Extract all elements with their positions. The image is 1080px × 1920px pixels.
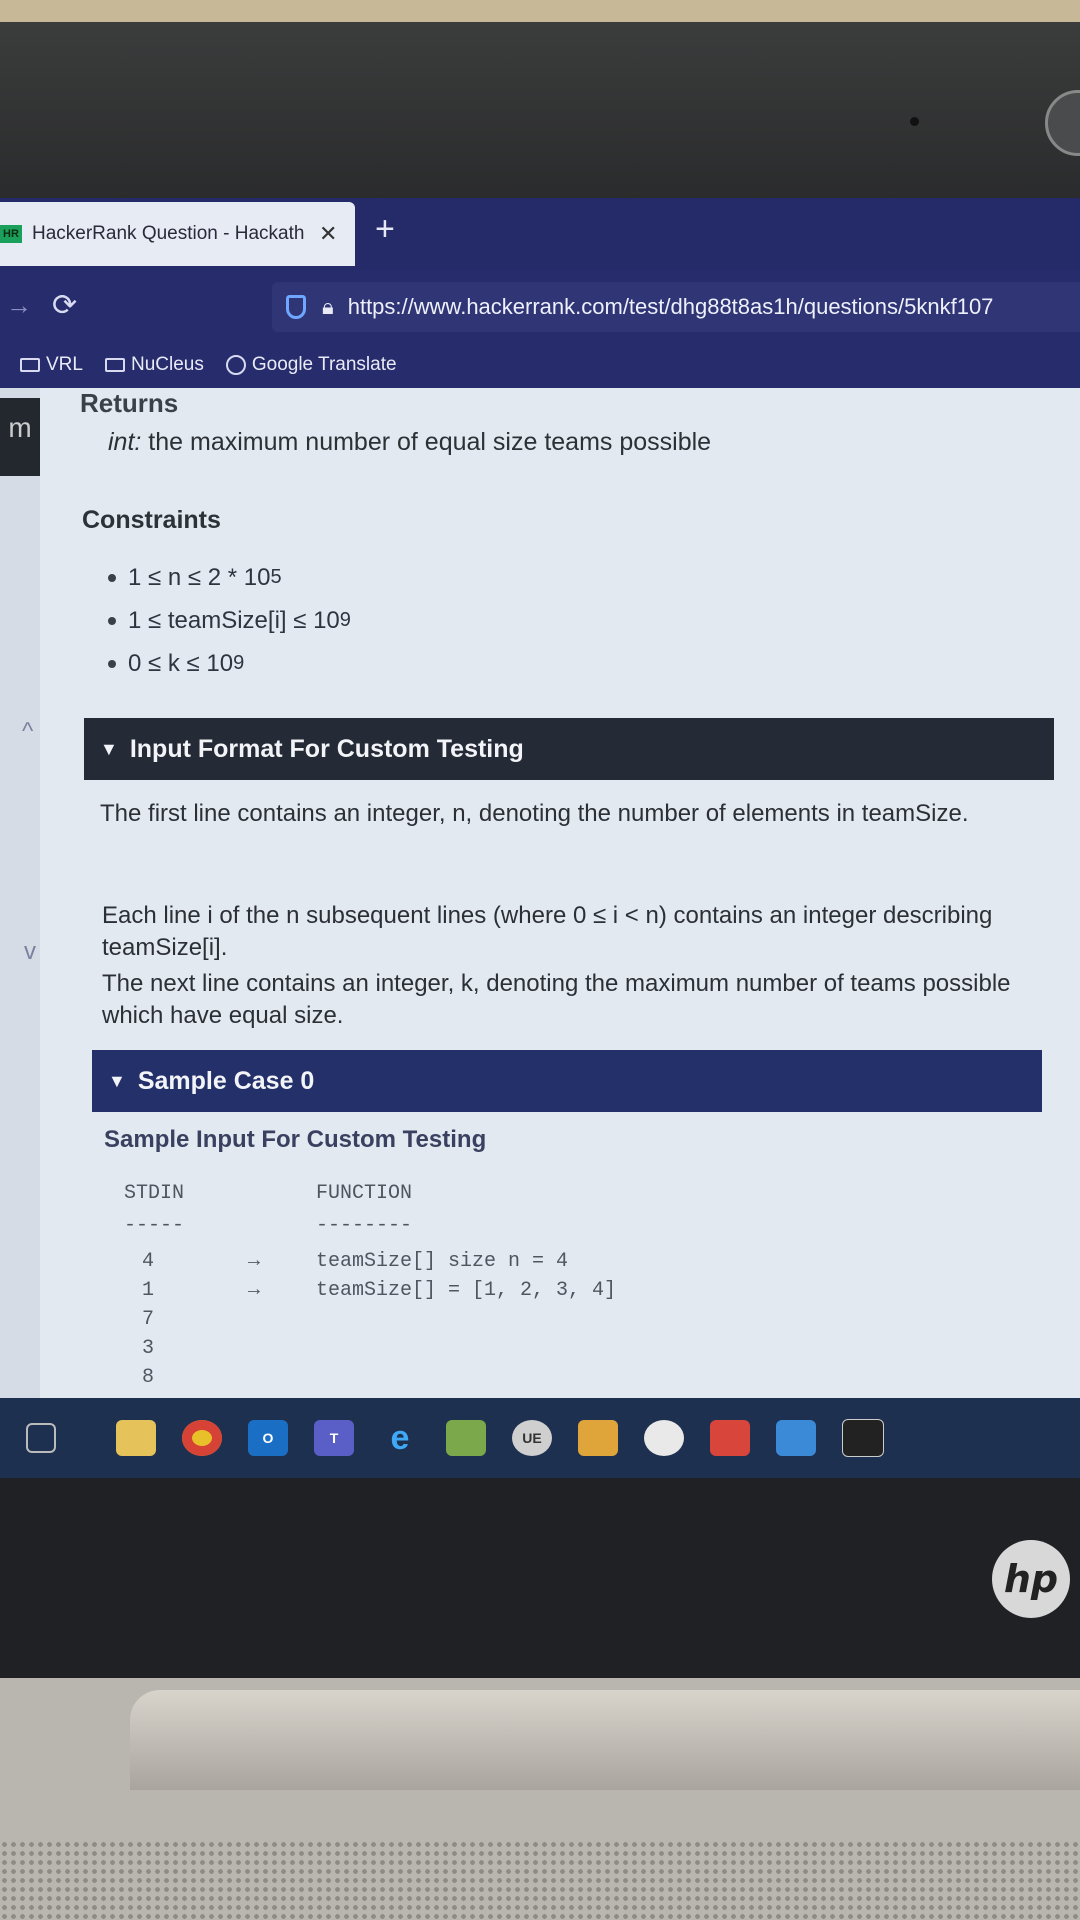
input-format-section-toggle[interactable]: ▼ Input Format For Custom Testing <box>84 718 1054 780</box>
stdin-column: 4 1 7 3 8 <box>142 1250 154 1395</box>
constraint-exponent: 9 <box>339 609 351 631</box>
bookmark-label: NuCleus <box>130 354 204 375</box>
tab-title: HackerRank Question - Hackath <box>32 223 305 244</box>
bookmark-google-translate[interactable]: Google Translate <box>225 354 397 376</box>
outlook-icon[interactable]: O <box>248 1420 288 1456</box>
input-format-paragraph: The next line contains an integer, k, de… <box>102 970 1011 1029</box>
share-icon[interactable] <box>578 1420 618 1456</box>
chrome-icon[interactable] <box>182 1420 222 1456</box>
stdin-value: 7 <box>142 1308 155 1331</box>
returns-text: the maximum number of equal size teams p… <box>141 428 712 456</box>
file-explorer-icon[interactable] <box>116 1420 156 1456</box>
url-text[interactable]: https://www.hackerrank.com/test/dhg88t8a… <box>348 294 994 320</box>
input-format-paragraph: Each line i of the n subsequent lines (w… <box>102 902 993 961</box>
laptop-bezel-bottom <box>0 1478 1080 1678</box>
wall-background <box>0 0 1080 22</box>
reload-icon[interactable]: ⟳ <box>52 288 77 323</box>
lock-icon[interactable]: 🔒︎ <box>322 294 334 320</box>
laptop-hinge <box>130 1690 1080 1790</box>
constraint-text: 1 ≤ teamSize[i] ≤ 10 <box>128 606 340 634</box>
returns-heading: Returns <box>80 388 179 418</box>
navigation-bar: → ⟳ 🔒︎ https://www.hackerrank.com/test/d… <box>0 270 1080 342</box>
triangle-down-icon: ▼ <box>108 1070 126 1091</box>
photo-icon[interactable] <box>446 1420 486 1456</box>
returns-type: int: <box>108 428 142 456</box>
returns-description: int: the maximum number of equal size te… <box>108 428 711 457</box>
laptop-bezel-top <box>0 22 1080 202</box>
constraint-text: 1 ≤ n ≤ 2 * 10 <box>128 563 271 591</box>
speaker-grille <box>0 1840 1080 1920</box>
arrow-column: → → <box>248 1250 260 1308</box>
constraints-list: 1 ≤ n ≤ 2 * 10 5 1 ≤ teamSize[i] ≤ 10 9 0 … <box>108 556 351 685</box>
bookmark-nucleus[interactable]: NuCleus <box>104 354 204 376</box>
stdin-value: 8 <box>142 1366 155 1389</box>
address-bar[interactable]: 🔒︎ https://www.hackerrank.com/test/dhg88… <box>272 282 1080 332</box>
paint-icon[interactable] <box>644 1420 684 1456</box>
bookmark-vrl[interactable]: VRL <box>20 354 83 376</box>
task-view-icon[interactable] <box>26 1423 56 1453</box>
arrow-icon: → <box>248 1250 261 1273</box>
new-tab-button[interactable]: + <box>375 212 395 246</box>
hackerrank-favicon-icon: HR <box>0 225 22 243</box>
constraints-heading: Constraints <box>82 506 221 534</box>
function-value: teamSize[] size n = 4 <box>316 1250 569 1273</box>
shield-icon[interactable] <box>286 295 306 319</box>
left-sidebar: m ^ v <box>0 388 40 1398</box>
function-value: teamSize[] = [1, 2, 3, 4] <box>316 1279 617 1302</box>
browser-tab[interactable]: HR HackerRank Question - Hackath ✕ <box>0 202 355 266</box>
constraint-item: 1 ≤ n ≤ 2 * 10 5 <box>108 556 351 599</box>
sample-case-section-toggle[interactable]: ▼ Sample Case 0 <box>92 1050 1042 1112</box>
edge-icon[interactable]: e <box>380 1419 420 1457</box>
stdin-value: 3 <box>142 1337 155 1360</box>
constraint-item: 0 ≤ k ≤ 10 9 <box>108 642 351 685</box>
teams-icon[interactable]: T <box>314 1420 354 1456</box>
sample-input-heading: Sample Input For Custom Testing <box>104 1126 487 1153</box>
stdin-header: STDIN <box>124 1182 185 1205</box>
windows-taskbar: O T e UE <box>0 1398 1080 1478</box>
folder-icon <box>104 358 125 372</box>
terminal-icon[interactable] <box>842 1419 884 1457</box>
section-title: Input Format For Custom Testing <box>129 734 524 763</box>
constraint-exponent: 9 <box>233 652 245 674</box>
constraint-exponent: 5 <box>270 566 282 588</box>
bookmarks-bar: VRL NuCleus Google Translate <box>0 342 1080 388</box>
section-title: Sample Case 0 <box>137 1066 315 1095</box>
stdin-value: 4 <box>142 1250 155 1273</box>
network-app-icon[interactable] <box>776 1420 816 1456</box>
camera-dot <box>910 117 919 126</box>
bookmark-label: VRL <box>46 354 83 375</box>
app-icon[interactable] <box>710 1420 750 1456</box>
chevron-down-icon[interactable]: v <box>24 938 36 966</box>
function-header: FUNCTION <box>316 1182 413 1205</box>
ue-icon[interactable]: UE <box>512 1420 552 1456</box>
back-arrow-icon[interactable]: → <box>6 290 32 321</box>
bookmark-label: Google Translate <box>251 354 397 375</box>
function-column: teamSize[] size n = 4 teamSize[] = [1, 2… <box>316 1250 616 1308</box>
bezel-ring <box>1045 90 1080 156</box>
tab-bar: HR HackerRank Question - Hackath ✕ + <box>0 198 1080 270</box>
function-divider: -------- <box>316 1214 413 1237</box>
globe-icon <box>225 355 246 375</box>
arrow-icon: → <box>248 1279 261 1302</box>
hp-logo: hp <box>992 1540 1070 1618</box>
stdin-divider: ----- <box>124 1214 185 1237</box>
folder-icon <box>20 358 40 372</box>
close-icon[interactable]: ✕ <box>319 221 337 247</box>
stdin-value: 1 <box>142 1279 155 1302</box>
sidebar-logo: m <box>0 398 40 476</box>
chevron-up-icon[interactable]: ^ <box>22 718 33 746</box>
input-format-paragraph: The first line contains an integer, n, d… <box>100 800 969 827</box>
constraint-item: 1 ≤ teamSize[i] ≤ 10 9 <box>108 599 351 642</box>
constraint-text: 0 ≤ k ≤ 10 <box>128 649 234 677</box>
triangle-down-icon: ▼ <box>100 738 118 759</box>
laptop-screen: HR HackerRank Question - Hackath ✕ + → ⟳… <box>0 198 1080 1478</box>
question-page: m ^ v Returns int: the maximum number of… <box>0 388 1080 1398</box>
